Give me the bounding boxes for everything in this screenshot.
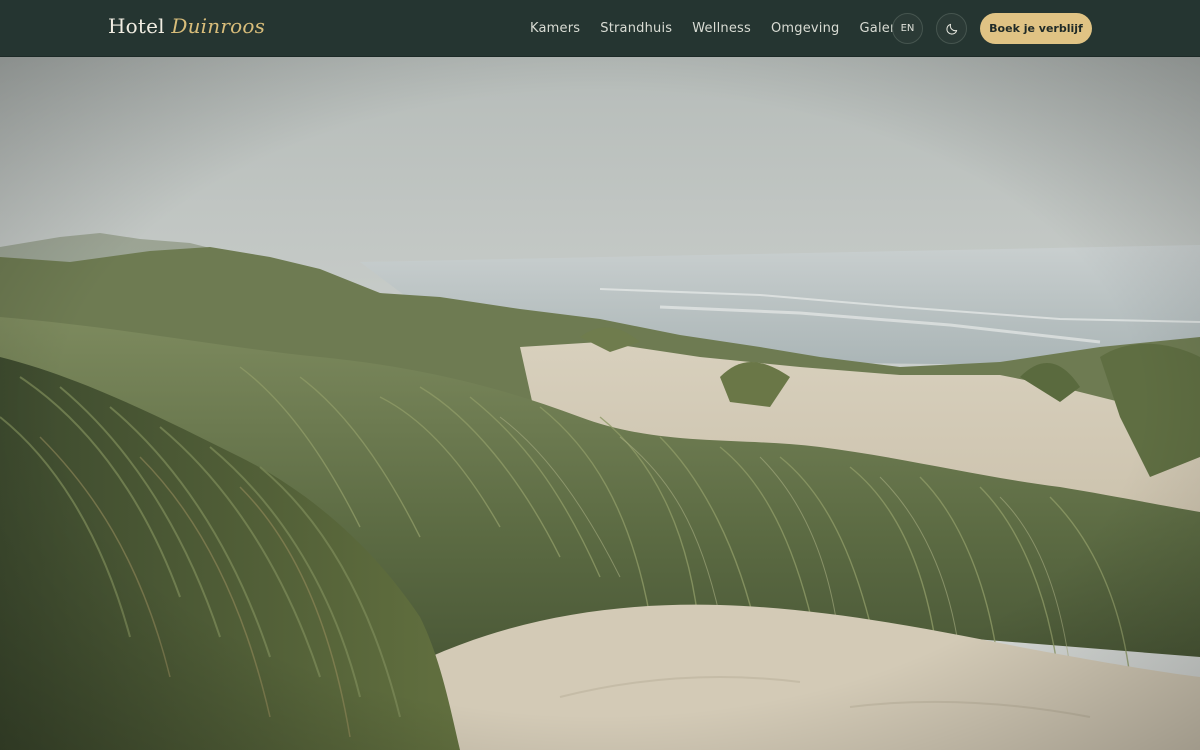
brand-prefix: Hotel: [108, 14, 165, 38]
book-stay-button[interactable]: Boek je verblijf: [980, 13, 1092, 44]
brand-name: Duinroos: [171, 14, 266, 38]
nav-link-kamers[interactable]: Kamers: [530, 21, 580, 36]
moon-icon: [945, 23, 957, 35]
nav-link-strandhuis[interactable]: Strandhuis: [600, 21, 672, 36]
nav-link-wellness[interactable]: Wellness: [692, 21, 751, 36]
brand-logo[interactable]: Hotel Duinroos: [108, 14, 265, 38]
page: Hotel Duinroos Kamers Strandhuis Wellnes…: [0, 0, 1200, 750]
site-header: Hotel Duinroos Kamers Strandhuis Wellnes…: [0, 0, 1200, 57]
language-toggle-button[interactable]: EN: [892, 13, 923, 44]
nav-link-omgeving[interactable]: Omgeving: [771, 21, 840, 36]
theme-toggle-button[interactable]: [936, 13, 967, 44]
hero-image: [0, 57, 1200, 750]
dune-landscape-illustration: [0, 57, 1200, 750]
language-label: EN: [900, 23, 915, 34]
main-nav: Kamers Strandhuis Wellness Omgeving Gale…: [520, 0, 913, 57]
